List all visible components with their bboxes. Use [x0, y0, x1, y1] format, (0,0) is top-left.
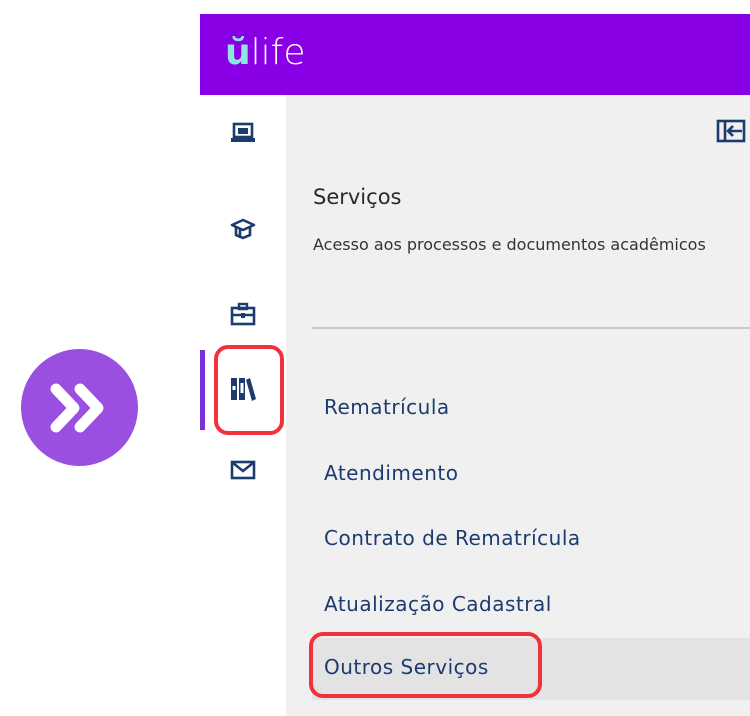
rail-item-briefcase[interactable] [200, 284, 286, 344]
panel-divider [312, 327, 750, 329]
menu-item-atualizacao-cadastral[interactable]: Atualização Cadastral [324, 592, 552, 616]
side-rail [200, 95, 286, 716]
app-window: ŭlife Serviços Acesso aos processos e do… [200, 14, 750, 716]
top-bar: ŭlife [200, 14, 750, 95]
step-badge [21, 349, 138, 466]
double-chevron-right-icon [50, 383, 103, 432]
panel-title: Serviços [313, 185, 402, 209]
envelope-icon [230, 460, 256, 480]
menu-item-rematricula[interactable]: Rematrícula [324, 395, 450, 419]
graduation-cap-icon [230, 218, 256, 240]
rail-item-laptop[interactable] [200, 103, 286, 163]
menu-item-contrato-rematricula[interactable]: Contrato de Rematrícula [324, 526, 581, 550]
brand-logo[interactable]: ŭlife [225, 28, 305, 78]
collapse-panel-button[interactable] [716, 118, 746, 144]
outros-servicos-highlight [309, 632, 542, 698]
panel-description: Acesso aos processos e documentos acadêm… [313, 235, 706, 254]
rail-item-messages[interactable] [200, 440, 286, 500]
services-panel: Serviços Acesso aos processos e document… [286, 95, 750, 716]
laptop-icon [231, 122, 255, 142]
collapse-left-icon [716, 119, 746, 143]
rail-item-graduation[interactable] [200, 199, 286, 259]
services-rail-highlight [214, 345, 284, 435]
menu-item-atendimento[interactable]: Atendimento [324, 461, 458, 485]
briefcase-icon [230, 302, 256, 326]
